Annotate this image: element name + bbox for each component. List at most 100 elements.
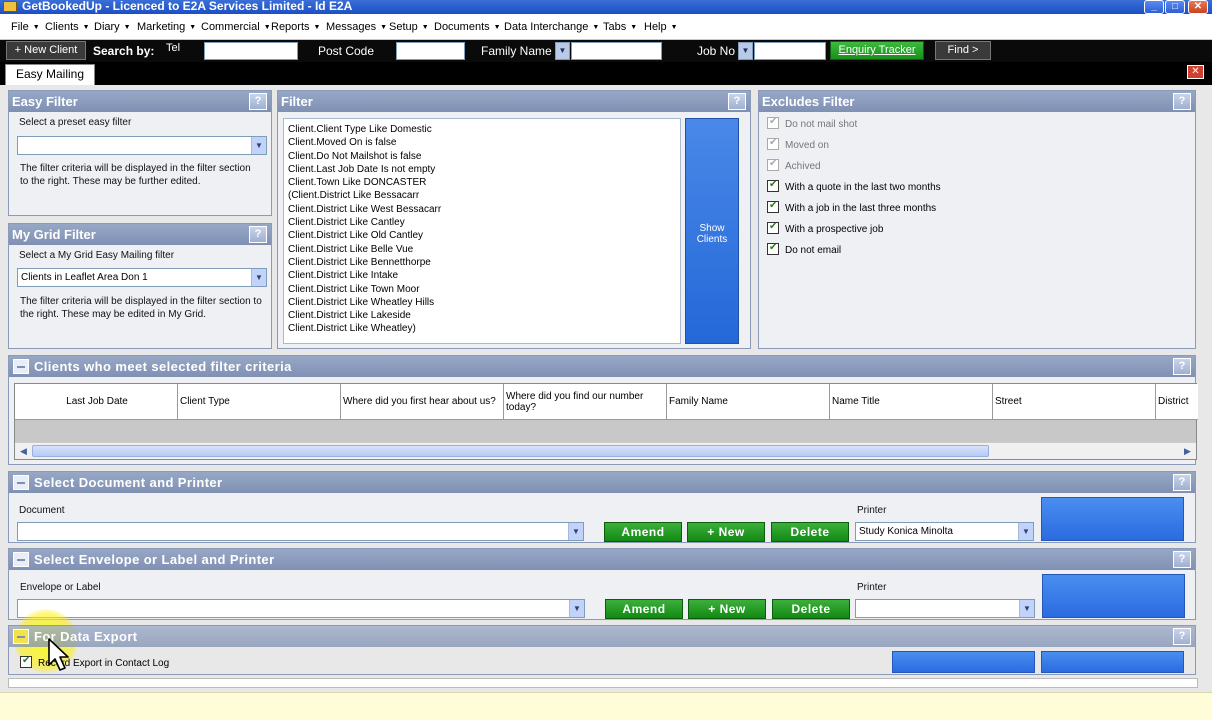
checkbox-icon[interactable]	[767, 221, 779, 234]
filter-line: Client.Last Job Date Is not empty	[288, 163, 436, 175]
column-street[interactable]: Street	[993, 384, 1156, 420]
chevron-down-icon[interactable]: ▼	[568, 523, 583, 540]
clients-grid-help-button[interactable]: ?	[1173, 358, 1191, 375]
menu-tabs[interactable]: Tabs ▼	[603, 21, 637, 33]
column-find-number[interactable]: Where did you find our number today?	[504, 384, 667, 420]
exclude-moved-on: Moved on	[767, 137, 829, 151]
print-envelope-button[interactable]	[1042, 574, 1185, 618]
my-grid-filter-help-button[interactable]: ?	[249, 226, 267, 243]
my-grid-filter-select-label: Select a My Grid Easy Mailing filter	[19, 250, 175, 261]
column-last-job-date[interactable]: Last Job Date	[15, 384, 178, 420]
menu-clients[interactable]: Clients ▼	[45, 21, 90, 33]
menu-reports[interactable]: Reports ▼	[271, 21, 320, 33]
scroll-left-icon[interactable]: ◀	[16, 444, 31, 458]
menu-documents[interactable]: Documents ▼	[434, 21, 501, 33]
menu-marketing[interactable]: Marketing ▼	[137, 21, 196, 33]
document-printer-panel: Select Document and Printer ? Document ▼…	[8, 471, 1196, 543]
scroll-right-icon[interactable]: ▶	[1180, 444, 1195, 458]
my-grid-filter-panel: My Grid Filter ? Select a My Grid Easy M…	[8, 223, 272, 349]
envelope-delete-button[interactable]: Delete	[772, 599, 850, 619]
family-name-input[interactable]	[571, 42, 662, 60]
filter-line: Client.Client Type Like Domestic	[288, 124, 432, 135]
print-document-button[interactable]	[1041, 497, 1184, 541]
checkbox-icon[interactable]	[767, 179, 779, 192]
menu-file[interactable]: File ▼	[11, 21, 40, 33]
record-export-checkbox-row[interactable]: Record Export in Contact Log	[20, 655, 169, 669]
column-name-title[interactable]: Name Title	[830, 384, 993, 420]
export-button-2[interactable]	[1041, 651, 1184, 673]
export-button-1[interactable]	[892, 651, 1035, 673]
menu-data-interchange[interactable]: Data Interchange ▼	[504, 21, 599, 33]
filter-criteria-list[interactable]: Client.Client Type Like Domestic Client.…	[283, 118, 681, 344]
envelope-printer-title-text: Select Envelope or Label and Printer	[34, 552, 275, 567]
post-code-label: Post Code	[318, 44, 375, 58]
document-amend-button[interactable]: Amend	[604, 522, 682, 542]
column-district[interactable]: District	[1156, 384, 1198, 420]
exclude-do-not-email[interactable]: Do not email	[767, 242, 841, 256]
show-clients-label-2: Clients	[696, 234, 728, 245]
horizontal-scrollbar[interactable]: ◀ ▶	[15, 442, 1196, 459]
excludes-filter-panel: Excludes Filter ? Do not mail shot Moved…	[758, 90, 1196, 349]
checkbox-icon[interactable]	[767, 242, 779, 255]
exclude-job-three-months[interactable]: With a job in the last three months	[767, 200, 936, 214]
job-no-input[interactable]	[754, 42, 826, 60]
maximize-button[interactable]: □	[1165, 0, 1185, 14]
document-delete-button[interactable]: Delete	[771, 522, 849, 542]
document-printer-help-button[interactable]: ?	[1173, 474, 1191, 491]
envelope-printer-dropdown[interactable]: ▼	[855, 599, 1035, 618]
document-printer-dropdown[interactable]: Study Konica Minolta ▼	[855, 522, 1034, 541]
envelope-amend-button[interactable]: Amend	[605, 599, 683, 619]
collapse-icon[interactable]	[13, 552, 29, 567]
menu-messages[interactable]: Messages ▼	[326, 21, 387, 33]
menu-help[interactable]: Help ▼	[644, 21, 678, 33]
close-window-button[interactable]: ✕	[1188, 0, 1208, 14]
close-tab-button[interactable]: ✕	[1187, 65, 1204, 79]
minimize-button[interactable]: _	[1144, 0, 1164, 14]
chevron-down-icon[interactable]: ▼	[251, 137, 266, 154]
checkbox-icon[interactable]	[767, 200, 779, 213]
tab-easy-mailing[interactable]: Easy Mailing	[5, 64, 95, 85]
document-new-button[interactable]: + New	[687, 522, 765, 542]
menu-diary[interactable]: Diary ▼	[94, 21, 131, 33]
filter-help-button[interactable]: ?	[728, 93, 746, 110]
envelope-dropdown[interactable]: ▼	[17, 599, 585, 618]
new-client-button[interactable]: + New Client	[6, 41, 86, 60]
show-clients-button[interactable]: Show Clients	[685, 118, 739, 344]
envelope-new-button[interactable]: + New	[688, 599, 766, 619]
column-first-hear[interactable]: Where did you first hear about us?	[341, 384, 504, 420]
chevron-down-icon: ▼	[263, 24, 271, 31]
easy-filter-help-button[interactable]: ?	[249, 93, 267, 110]
excludes-filter-help-button[interactable]: ?	[1173, 93, 1191, 110]
collapse-icon[interactable]	[13, 475, 29, 490]
menu-commercial[interactable]: Commercial ▼	[201, 21, 271, 33]
menu-setup[interactable]: Setup ▼	[389, 21, 429, 33]
family-name-dropdown[interactable]: ▼	[555, 42, 570, 60]
chevron-down-icon[interactable]: ▼	[251, 269, 266, 286]
document-dropdown[interactable]: ▼	[17, 522, 584, 541]
checkbox-icon[interactable]	[20, 655, 32, 668]
enquiry-tracker-button[interactable]: Enquiry Tracker	[830, 41, 924, 60]
filter-line: Client.Moved On is false	[288, 137, 397, 149]
filter-title: Filter	[278, 91, 750, 112]
collapse-icon[interactable]	[13, 629, 29, 644]
column-family-name[interactable]: Family Name	[667, 384, 830, 420]
menu-label: File	[11, 21, 29, 33]
easy-filter-dropdown[interactable]: ▼	[17, 136, 267, 155]
chevron-down-icon[interactable]: ▼	[569, 600, 584, 617]
exclude-prospective-job[interactable]: With a prospective job	[767, 221, 883, 235]
find-button[interactable]: Find >	[935, 41, 991, 60]
tel-input[interactable]	[204, 42, 298, 60]
scroll-thumb[interactable]	[32, 445, 989, 457]
job-no-dropdown[interactable]: ▼	[738, 42, 753, 60]
column-client-type[interactable]: Client Type	[178, 384, 341, 420]
envelope-printer-help-button[interactable]: ?	[1173, 551, 1191, 568]
chevron-down-icon[interactable]: ▼	[1019, 600, 1034, 617]
chevron-down-icon[interactable]: ▼	[1018, 523, 1033, 540]
filter-line: Client.District Like Wheatley)	[288, 323, 416, 335]
collapse-icon[interactable]	[13, 359, 29, 374]
status-bar	[0, 692, 1212, 720]
exclude-quote-two-months[interactable]: With a quote in the last two months	[767, 179, 941, 193]
my-grid-filter-dropdown[interactable]: Clients in Leaflet Area Don 1 ▼	[17, 268, 267, 287]
post-code-input[interactable]	[396, 42, 465, 60]
data-export-help-button[interactable]: ?	[1173, 628, 1191, 645]
